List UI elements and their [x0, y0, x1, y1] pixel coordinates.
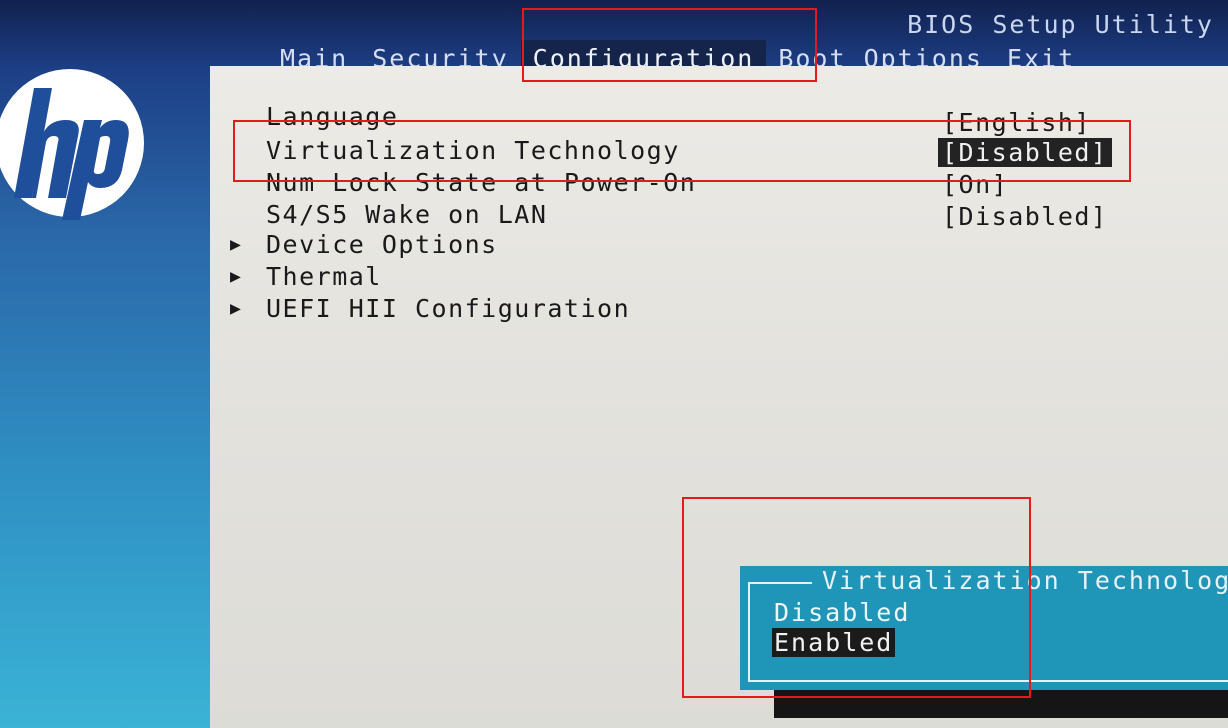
submenu-thermal[interactable]: Thermal [266, 262, 382, 291]
bios-title: BIOS Setup Utility [907, 10, 1214, 39]
hp-logo [0, 69, 144, 220]
annotation-box-virtualization-row [233, 120, 1131, 182]
submenu-arrow-icon: ▶ [230, 266, 241, 287]
annotation-box-popup [682, 497, 1031, 698]
submenu-uefi-hii[interactable]: UEFI HII Configuration [266, 294, 630, 323]
submenu-device-options[interactable]: Device Options [266, 230, 498, 259]
bios-screen: BIOS Setup Utility Main Security Configu… [0, 0, 1228, 728]
setting-wake-on-lan-label[interactable]: S4/S5 Wake on LAN [266, 200, 547, 229]
annotation-box-configuration [522, 8, 817, 82]
setting-wake-on-lan-value[interactable]: [Disabled] [942, 202, 1108, 231]
submenu-arrow-icon: ▶ [230, 234, 241, 255]
submenu-arrow-icon: ▶ [230, 298, 241, 319]
